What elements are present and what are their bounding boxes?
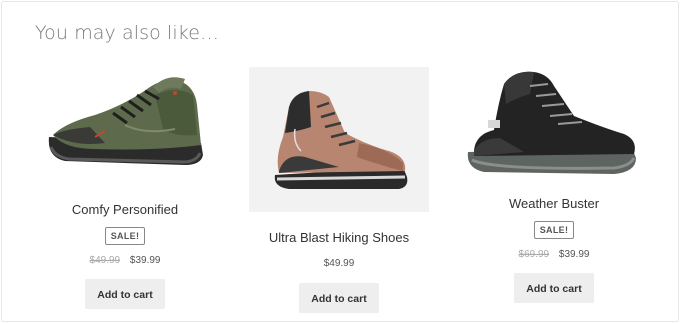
product-image-link[interactable]: [35, 65, 215, 210]
price: $49.99: [249, 258, 429, 269]
product-title[interactable]: Ultra Blast Hiking Shoes: [249, 230, 429, 245]
product-card-ultra-blast-hiking-shoes: Ultra Blast Hiking Shoes $49.99 Add to c…: [249, 67, 429, 313]
add-to-cart-button[interactable]: Add to cart: [299, 283, 379, 313]
black-hiking-boot-image: [467, 71, 636, 174]
old-price: $49.99: [89, 255, 121, 266]
old-price: $69.99: [518, 249, 550, 260]
section-heading: You may also like…: [35, 22, 220, 44]
sale-badge: SALE!: [104, 227, 146, 245]
brown-hiking-boot-image: [274, 91, 408, 189]
price: $49.99 $39.99: [35, 255, 215, 266]
sale-price: $39.99: [558, 249, 590, 260]
product-card-comfy-personified: Comfy Personified SALE! $49.99 $39.99 Ad…: [35, 55, 215, 309]
add-to-cart-button[interactable]: Add to cart: [514, 273, 594, 303]
product-image-link[interactable]: [249, 67, 429, 212]
add-to-cart-button[interactable]: Add to cart: [85, 279, 165, 309]
sale-badge: SALE!: [533, 221, 575, 239]
green-hiking-shoe-image: [48, 77, 203, 165]
product-image-link[interactable]: [464, 64, 644, 209]
sale-price: $39.99: [129, 255, 161, 266]
product-card-weather-buster: Weather Buster SALE! $69.99 $39.99 Add t…: [464, 60, 644, 303]
regular-price: $49.99: [323, 258, 355, 269]
price: $69.99 $39.99: [464, 249, 644, 260]
